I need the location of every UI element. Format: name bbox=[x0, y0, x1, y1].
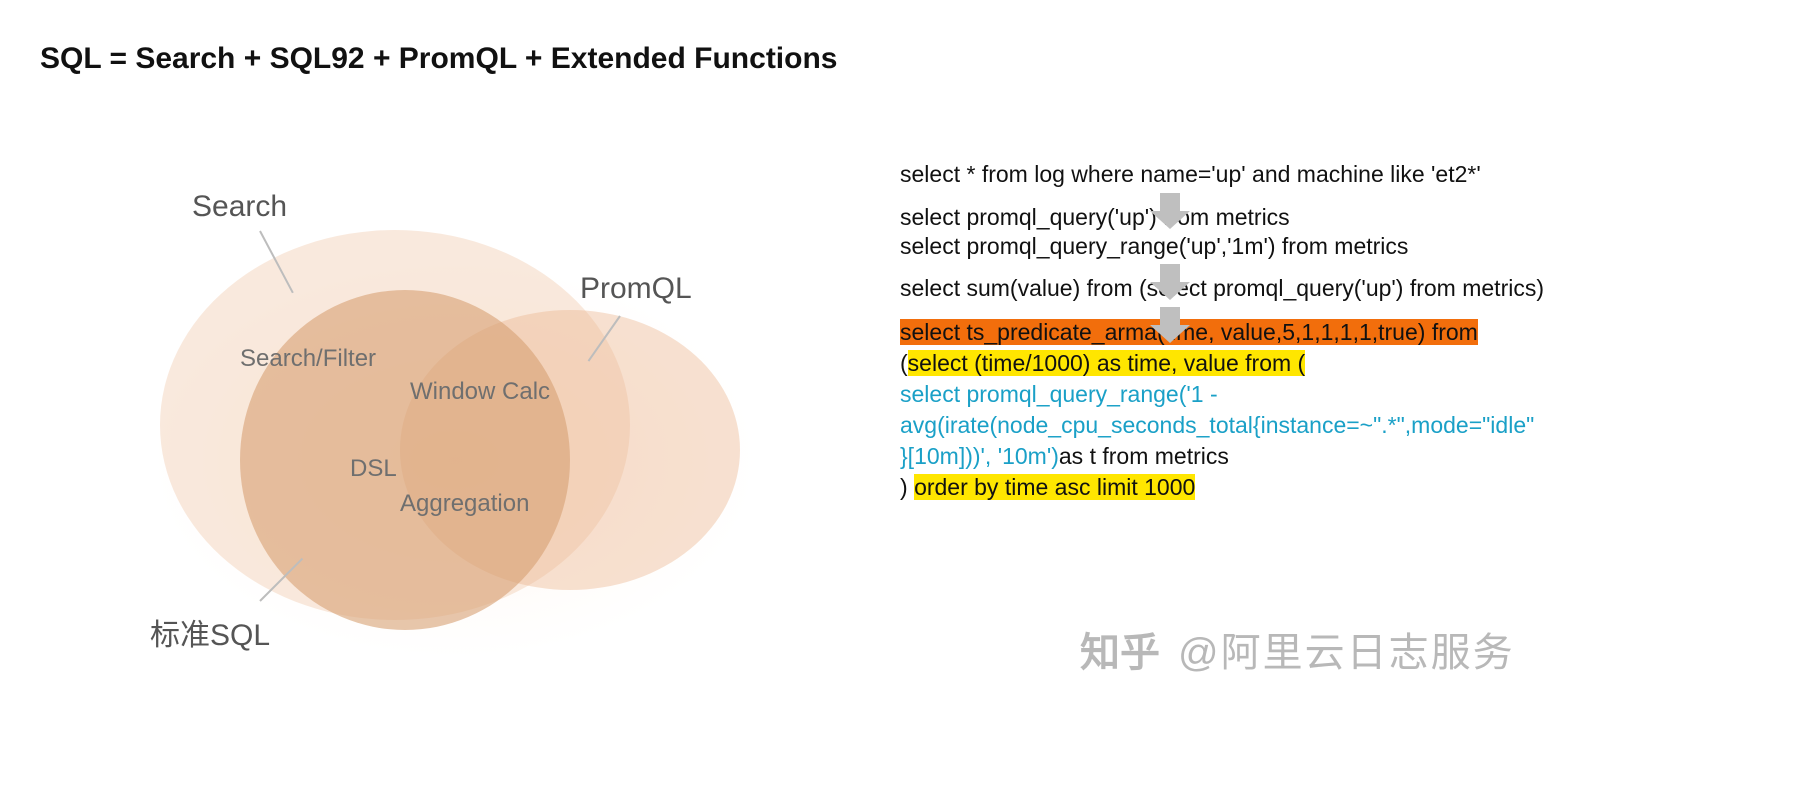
page-title: SQL = Search + SQL92 + PromQL + Extended… bbox=[40, 42, 837, 76]
label-dsl: DSL bbox=[350, 455, 397, 483]
final-line-5b: as t from metrics bbox=[1059, 443, 1229, 469]
final-line-5a: }[10m]))', '10m') bbox=[900, 443, 1059, 469]
final-line-2-hl: select (time/1000) as time, value from ( bbox=[908, 350, 1306, 376]
final-line-3: select promql_query_range('1 - bbox=[900, 381, 1218, 407]
label-search-filter: Search/Filter bbox=[240, 345, 376, 373]
final-line-6-pre: ) bbox=[900, 474, 914, 500]
watermark-text: @阿里云日志服务 bbox=[1178, 631, 1515, 675]
final-line-4: avg(irate(node_cpu_seconds_total{instanc… bbox=[900, 412, 1534, 438]
final-line-2-pre: ( bbox=[900, 350, 908, 376]
final-line-6-hl: order by time asc limit 1000 bbox=[914, 474, 1195, 500]
venn-diagram: Search PromQL 标准SQL Search/Filter Window… bbox=[110, 180, 790, 700]
query-3: select sum(value) from (select promql_qu… bbox=[900, 274, 1750, 303]
label-aggregation: Aggregation bbox=[400, 490, 529, 518]
label-search: Search bbox=[192, 190, 287, 224]
query-2a: select promql_query('up') from metrics bbox=[900, 203, 1750, 232]
label-sql: 标准SQL bbox=[150, 610, 270, 654]
label-promql: PromQL bbox=[580, 272, 692, 306]
watermark: 知乎 @阿里云日志服务 bbox=[1080, 620, 1515, 678]
venn-ellipse-sql bbox=[240, 290, 570, 630]
query-final: select ts_predicate_arma(time, value,5,1… bbox=[900, 317, 1750, 503]
query-column: select * from log where name='up' and ma… bbox=[900, 160, 1750, 503]
label-window-calc: Window Calc bbox=[410, 378, 550, 406]
query-1: select * from log where name='up' and ma… bbox=[900, 160, 1750, 189]
query-2b: select promql_query_range('up','1m') fro… bbox=[900, 232, 1750, 261]
watermark-logo: 知乎 bbox=[1080, 620, 1160, 678]
